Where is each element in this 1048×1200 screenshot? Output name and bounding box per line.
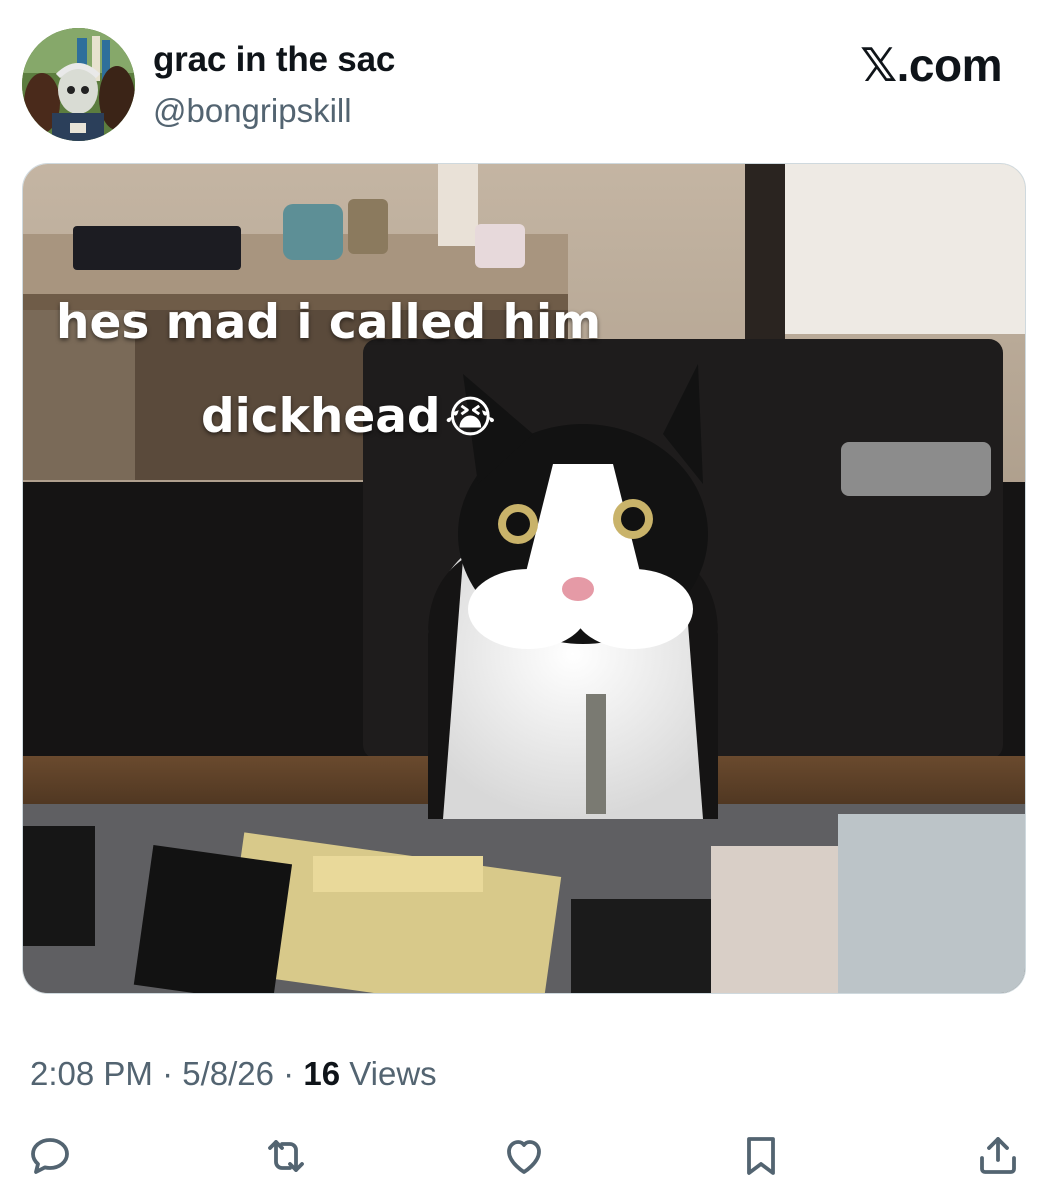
like-icon bbox=[507, 1140, 541, 1174]
repost-button[interactable] bbox=[258, 1128, 314, 1184]
x-logo: 𝕏.com bbox=[860, 39, 1002, 91]
cat-photo bbox=[23, 164, 1025, 993]
caption-line-2: dickhead😭 bbox=[201, 389, 496, 444]
caption-line-1: hes mad i called him bbox=[56, 295, 602, 350]
share-button[interactable] bbox=[970, 1128, 1026, 1184]
tweet-card: grac in the sac @bongripskill 𝕏.com hes … bbox=[0, 0, 1048, 1200]
crying-emoji-icon: 😭 bbox=[444, 392, 496, 443]
post-image[interactable]: hes mad i called him dickhead😭 bbox=[22, 163, 1026, 994]
meta-separator: · bbox=[162, 1055, 174, 1092]
views-count: 16 bbox=[303, 1055, 341, 1092]
like-button[interactable] bbox=[496, 1128, 552, 1184]
bookmark-button[interactable] bbox=[733, 1128, 789, 1184]
action-bar bbox=[0, 1128, 1048, 1188]
meta-separator: · bbox=[283, 1055, 295, 1092]
reply-icon bbox=[31, 1138, 69, 1174]
repost-icon bbox=[268, 1140, 304, 1172]
share-icon bbox=[980, 1137, 1016, 1174]
avatar[interactable] bbox=[22, 28, 135, 141]
post-date[interactable]: 5/8/26 bbox=[182, 1055, 274, 1092]
reply-button[interactable] bbox=[22, 1128, 78, 1184]
display-name[interactable]: grac in the sac bbox=[153, 40, 395, 80]
bookmark-icon bbox=[747, 1137, 775, 1175]
views-label: Views bbox=[349, 1055, 437, 1092]
cartoon-avatar-icon bbox=[22, 28, 135, 141]
post-meta: 2:08 PM · 5/8/26 · 16 Views bbox=[30, 1055, 437, 1093]
post-time[interactable]: 2:08 PM bbox=[30, 1055, 153, 1092]
user-handle[interactable]: @bongripskill bbox=[153, 92, 352, 130]
